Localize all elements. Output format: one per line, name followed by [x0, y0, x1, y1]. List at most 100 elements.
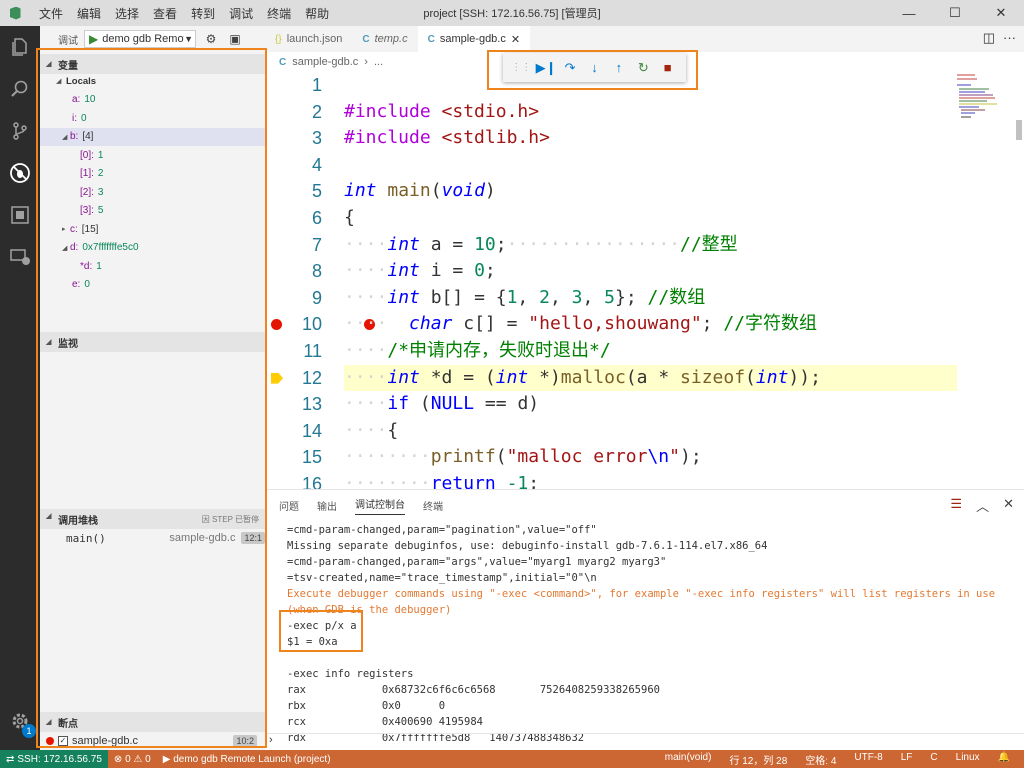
variable-row[interactable]: *d: 1	[40, 257, 265, 276]
remote-explorer-icon[interactable]	[0, 236, 40, 278]
token: #include	[344, 127, 431, 149]
callstack-header[interactable]: ◢ 调用堆栈 因 STEP 已暂停	[40, 509, 265, 529]
explorer-icon[interactable]	[0, 26, 40, 68]
var-name: c:	[70, 223, 78, 235]
token: \n	[647, 446, 670, 468]
drag-handle-icon[interactable]: ⋮⋮	[511, 62, 531, 73]
tab-debug-console[interactable]: 调试控制台	[355, 496, 405, 515]
variable-row[interactable]: [0]: 1	[40, 146, 265, 165]
variable-row[interactable]: i: 0	[40, 109, 265, 128]
stack-frame[interactable]: main() sample-gdb.c 12:1	[40, 529, 265, 547]
indentation[interactable]: 空格: 4	[799, 752, 842, 767]
breadcrumb-symbol[interactable]: ...	[374, 56, 383, 68]
breakpoint-item[interactable]: ✓ sample-gdb.c 10:2	[40, 732, 265, 750]
variable-row[interactable]: [2]: 3	[40, 183, 265, 202]
cursor-position[interactable]: 行 12，列 28	[723, 752, 793, 767]
vscode-logo-icon	[4, 0, 26, 26]
menu-edit[interactable]: 编辑	[70, 5, 108, 22]
minimap[interactable]	[955, 72, 1015, 132]
console-line: rbx 0x0 0	[287, 700, 446, 712]
maximize-button[interactable]: ☐	[932, 0, 978, 26]
watch-header[interactable]: ◢ 监视	[40, 332, 265, 352]
restart-icon[interactable]: ↻	[633, 60, 653, 76]
line-ending[interactable]: LF	[895, 752, 919, 767]
maximize-panel-icon[interactable]: ︿	[976, 496, 989, 515]
encoding[interactable]: UTF-8	[848, 752, 888, 767]
variable-row[interactable]: a: 10	[40, 91, 265, 110]
token: 5	[604, 286, 616, 308]
paused-status: 因 STEP 已暂停	[201, 514, 259, 524]
menu-help[interactable]: 帮助	[298, 5, 336, 22]
code-editor[interactable]: 1 2 #include <stdio.h> 3 #include <stdlib.…	[265, 72, 1024, 489]
clear-console-icon[interactable]: ☰	[950, 496, 962, 515]
warning-icon: ⚠	[133, 753, 143, 765]
manage-gear-icon[interactable]: 1	[0, 700, 40, 742]
variables-header[interactable]: ◢ 变量	[40, 54, 265, 74]
step-into-icon[interactable]: ↓	[584, 60, 604, 75]
step-out-icon[interactable]: ↑	[609, 60, 629, 75]
language-mode[interactable]: C	[924, 752, 943, 767]
search-icon[interactable]	[0, 68, 40, 110]
launch-config-value: demo gdb Remote Launch (project)	[102, 33, 184, 45]
token: malloc	[560, 366, 626, 388]
debug-console-icon[interactable]: ▣	[226, 30, 244, 48]
os-indicator[interactable]: Linux	[950, 752, 986, 767]
menu-goto[interactable]: 转到	[184, 5, 222, 22]
launch-name: demo gdb Remote Launch (project)	[173, 753, 331, 765]
var-name: [2]:	[80, 186, 94, 198]
variables-tree: ◢ Locals a: 10 i: 0 ◢ b: [4] [0]: 1 [1]: 2 [2]:…	[40, 72, 265, 294]
var-value: 3	[97, 186, 104, 198]
launch-config-select[interactable]: ▶ demo gdb Remote Launch (project) ▼	[84, 30, 196, 48]
source-control-icon[interactable]	[0, 110, 40, 152]
breadcrumb-file[interactable]: sample-gdb.c	[292, 56, 358, 68]
var-name: b:	[70, 131, 79, 143]
split-editor-icon[interactable]: ◫	[983, 30, 995, 46]
breakpoints-header[interactable]: ◢ 断点	[40, 712, 265, 732]
step-over-icon[interactable]: ↷	[560, 60, 580, 76]
start-debug-icon[interactable]: ▶	[89, 32, 98, 46]
token: int	[344, 180, 377, 202]
tab-output[interactable]: 输出	[317, 498, 337, 513]
variable-row[interactable]: ◢ d: 0x7fffffffe5c0	[40, 239, 265, 258]
continue-icon[interactable]: ▶❙	[536, 60, 557, 76]
tab-sample-gdb-c[interactable]: Csample-gdb.c ✕	[417, 26, 531, 52]
tab-terminal[interactable]: 终端	[423, 498, 443, 513]
line-number: 5	[311, 181, 322, 202]
variable-row[interactable]: ▸ c: [15]	[40, 220, 265, 239]
menu-file[interactable]: 文件	[32, 5, 70, 22]
close-panel-icon[interactable]: ✕	[1003, 496, 1014, 515]
tab-problems[interactable]: 问题	[279, 498, 299, 513]
stop-icon[interactable]: ■	[658, 60, 678, 75]
launch-status[interactable]: ▶ demo gdb Remote Launch (project)	[157, 754, 337, 765]
menu-terminal[interactable]: 终端	[260, 5, 298, 22]
close-window-button[interactable]: ✕	[978, 0, 1024, 26]
more-actions-icon[interactable]: ···	[1003, 30, 1016, 46]
tab-temp-c[interactable]: Ctemp.c	[352, 26, 417, 52]
menu-selection[interactable]: 选择	[108, 5, 146, 22]
repl-input[interactable]: ›	[265, 733, 1024, 750]
token: #include	[344, 100, 431, 122]
minimize-button[interactable]: —	[886, 0, 932, 26]
line-number: 4	[311, 154, 322, 175]
debug-icon[interactable]	[0, 152, 40, 194]
menu-view[interactable]: 查看	[146, 5, 184, 22]
variable-row[interactable]: [1]: 2	[40, 165, 265, 184]
breakpoint-checkbox[interactable]: ✓	[58, 736, 68, 746]
tab-launch-json[interactable]: {} launch.json	[265, 26, 352, 52]
gear-icon[interactable]: ⚙	[202, 30, 220, 48]
variable-row[interactable]: [3]: 5	[40, 202, 265, 221]
extensions-icon[interactable]	[0, 194, 40, 236]
variable-row[interactable]: ◢ b: [4]	[40, 127, 265, 146]
editor-scrollbar-thumb[interactable]	[1016, 120, 1022, 140]
var-name: [0]:	[80, 149, 94, 161]
remote-indicator[interactable]: ⇄ SSH: 172.16.56.75	[0, 750, 108, 768]
locals-scope[interactable]: ◢ Locals	[40, 72, 265, 91]
locals-label: Locals	[66, 75, 97, 87]
close-tab-icon[interactable]: ✕	[511, 33, 520, 46]
menu-debug[interactable]: 调试	[222, 5, 260, 22]
problems-status[interactable]: ⊗ 0 ⚠ 0	[108, 754, 157, 765]
variable-row[interactable]: e: 0	[40, 276, 265, 295]
notifications-icon[interactable]: 🔔	[992, 752, 1016, 767]
current-function[interactable]: main(void)	[659, 752, 718, 767]
title-bar: 文件 编辑 选择 查看 转到 调试 终端 帮助 project [SSH: 17…	[0, 0, 1024, 26]
